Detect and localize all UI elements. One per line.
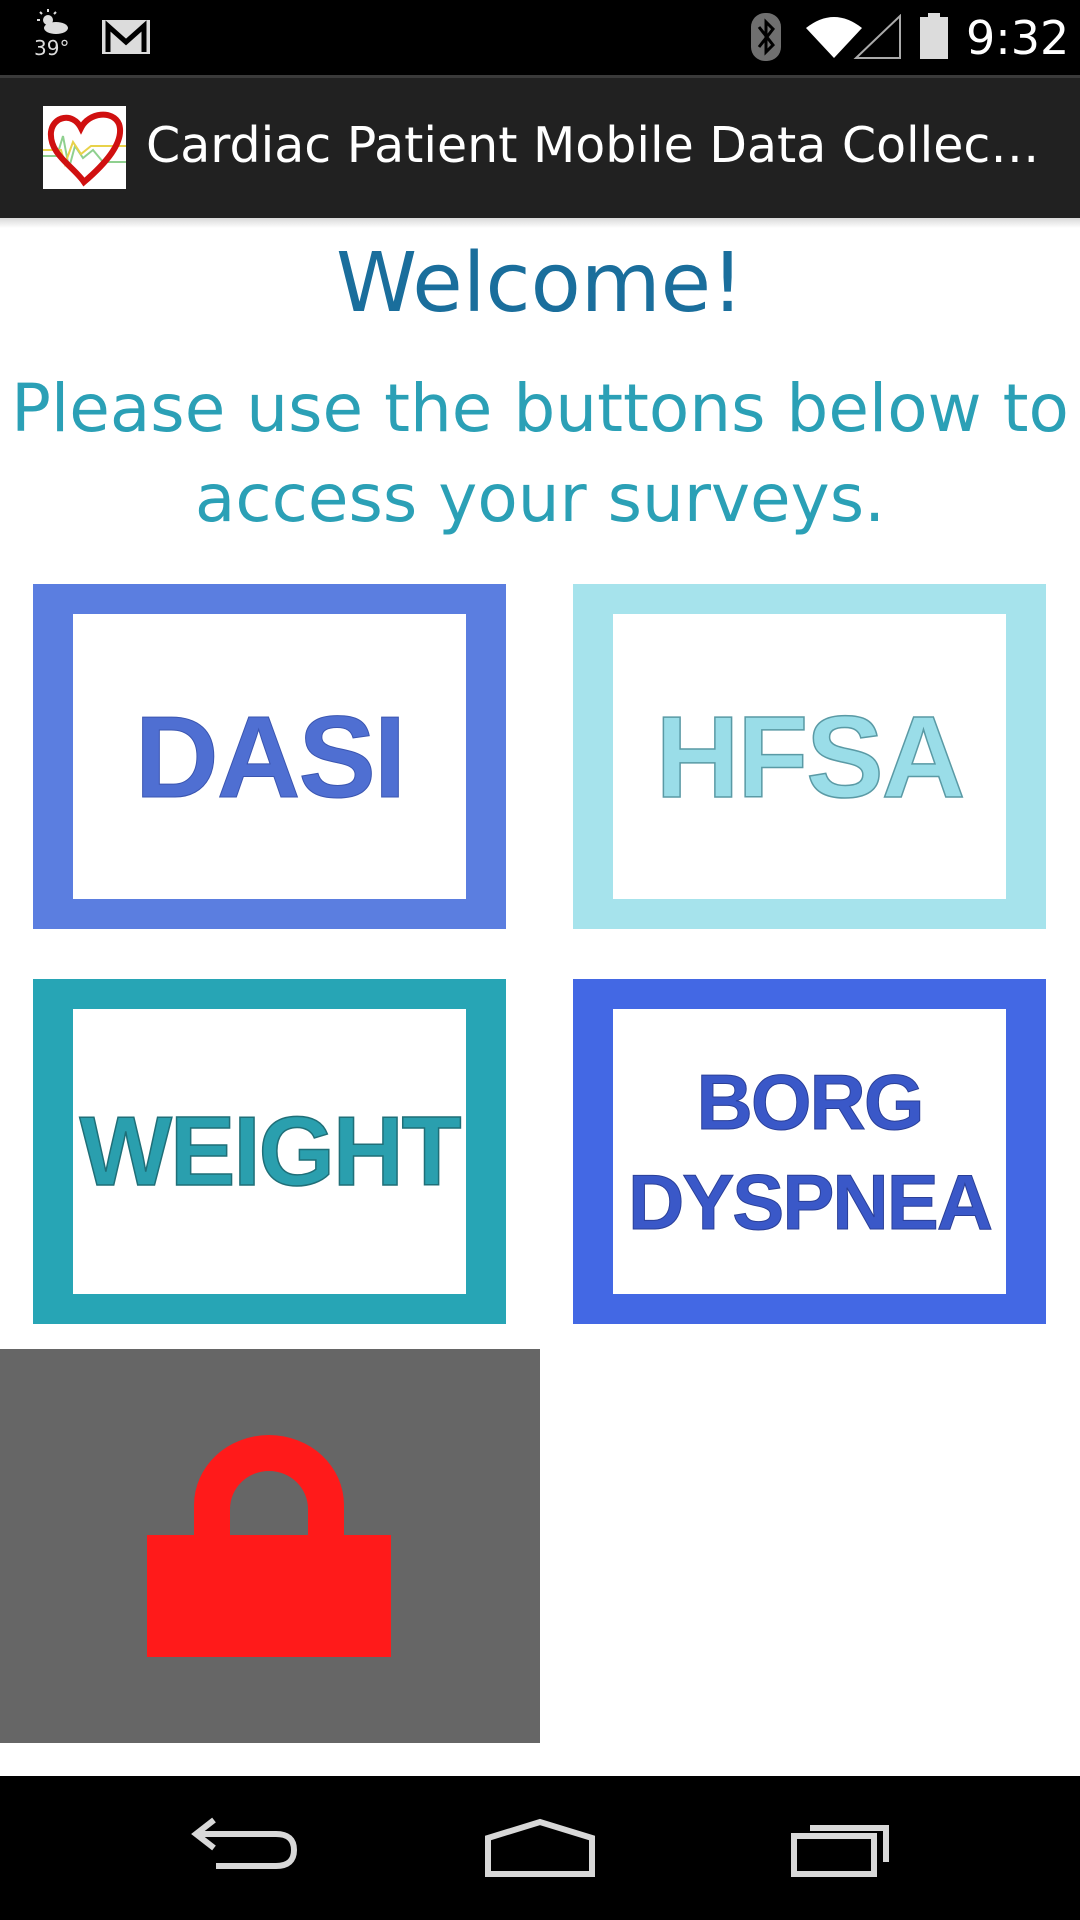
heart-logo-icon [43, 106, 126, 189]
lock-button[interactable] [0, 1349, 540, 1743]
hfsa-label: HFSA [613, 614, 1006, 899]
lock-icon [147, 1435, 391, 1657]
borg-label-line1: BORG [696, 1057, 925, 1146]
gmail-icon [102, 20, 150, 54]
wifi-icon [806, 14, 901, 59]
app-title: Cardiac Patient Mobile Data Collection [146, 117, 1052, 174]
navigation-bar [0, 1776, 1080, 1920]
bluetooth-icon [751, 13, 781, 61]
dasi-survey-button[interactable]: DASI [33, 584, 506, 929]
instructions-text: Please use the buttons below to access y… [11, 370, 1069, 537]
clock-text: 9:32 [966, 11, 1070, 65]
battery-icon [920, 13, 948, 59]
borg-dyspnea-survey-button[interactable]: BORG DYSPNEA [573, 979, 1046, 1324]
borg-label-line2: DYSPNEA [627, 1157, 993, 1246]
hfsa-survey-button[interactable]: HFSA [573, 584, 1046, 929]
recents-button[interactable] [774, 1798, 914, 1898]
recents-icon [791, 1825, 889, 1877]
temperature-text: 39° [34, 36, 70, 60]
back-button[interactable] [170, 1798, 310, 1898]
back-icon [191, 1817, 298, 1869]
borg-dyspnea-label: BORG DYSPNEA [613, 1009, 1006, 1294]
dasi-label: DASI [73, 614, 466, 899]
welcome-heading: Welcome! [336, 236, 744, 331]
home-button[interactable] [470, 1798, 610, 1898]
action-bar: Cardiac Patient Mobile Data Collection [0, 75, 1080, 218]
weight-survey-button[interactable]: WEIGHT [33, 979, 506, 1324]
weight-label: WEIGHT [73, 1009, 466, 1294]
action-bar-shadow [0, 218, 1080, 228]
screen: 39° 9:32 Cardiac Patient Mobile Data Col… [0, 0, 1080, 1920]
status-bar: 39° 9:32 [0, 0, 1080, 75]
home-icon [485, 1818, 595, 1877]
